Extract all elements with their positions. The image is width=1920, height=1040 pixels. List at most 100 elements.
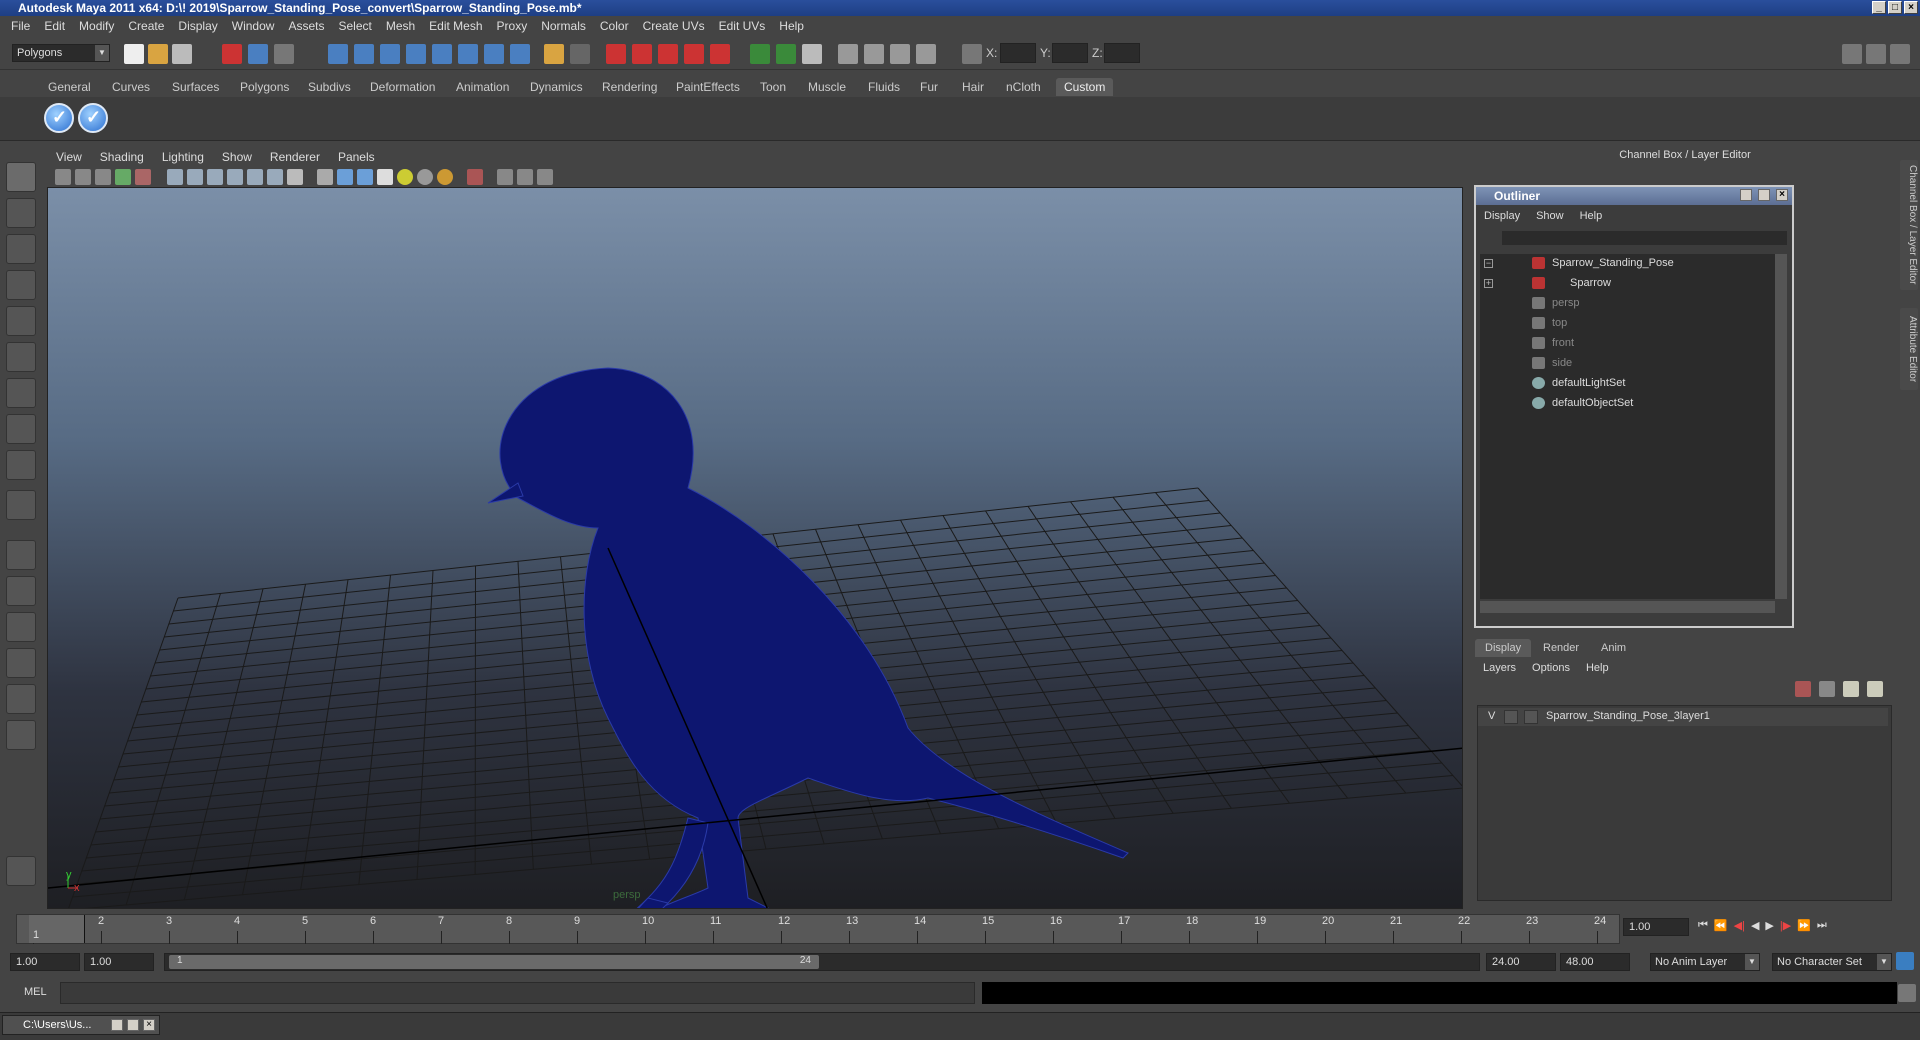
menu-set-dropdown[interactable]: Polygons ▼	[12, 44, 110, 62]
layer-type-toggle[interactable]	[1504, 710, 1518, 724]
layer-stack-icon[interactable]	[1819, 681, 1835, 697]
graph-editor-layout-icon[interactable]	[6, 648, 36, 678]
toggle-attribute-editor-icon[interactable]	[1842, 44, 1862, 64]
shelf-tab-polygons[interactable]: Polygons	[232, 78, 297, 96]
close-window-button[interactable]: ×	[143, 1019, 155, 1031]
render-globals-icon[interactable]	[864, 44, 884, 64]
layer-tab-render[interactable]: Render	[1533, 639, 1589, 657]
xray-joints-icon[interactable]	[517, 169, 533, 185]
viewport-menu-lighting[interactable]: Lighting	[153, 150, 213, 164]
hypershade-icon[interactable]	[890, 44, 910, 64]
range-handle[interactable]: 1 24	[169, 955, 819, 969]
layer-row[interactable]: V Sparrow_Standing_Pose_3layer1	[1478, 708, 1888, 726]
film-gate-icon[interactable]	[187, 169, 203, 185]
universal-manipulator-icon[interactable]	[6, 378, 36, 408]
snap-curve-icon[interactable]	[354, 44, 374, 64]
menu-edit-mesh[interactable]: Edit Mesh	[422, 19, 489, 33]
time-ruler[interactable]: 1234567891011121314151617181920212223241	[16, 914, 1620, 944]
shelf-checkmark-button-2[interactable]: ✓	[78, 103, 108, 133]
outliner-titlebar[interactable]: Outliner ×	[1476, 187, 1792, 205]
viewport-menu-renderer[interactable]: Renderer	[261, 150, 329, 164]
render-settings-icon[interactable]	[710, 44, 730, 64]
collapse-icon[interactable]: −	[1484, 259, 1493, 268]
snap-grid-icon[interactable]	[328, 44, 348, 64]
new-scene-icon[interactable]	[124, 44, 144, 64]
current-frame-field[interactable]: 1.00	[1623, 918, 1689, 936]
bookmark-icon[interactable]	[95, 169, 111, 185]
outliner-horizontal-scrollbar[interactable]	[1480, 601, 1775, 613]
smooth-shade-icon[interactable]	[337, 169, 353, 185]
open-scene-icon[interactable]	[148, 44, 168, 64]
xray-components-icon[interactable]	[537, 169, 553, 185]
snap-live-icon[interactable]	[484, 44, 504, 64]
current-time-indicator[interactable]: 1	[29, 915, 85, 943]
channel-box-side-tab[interactable]: Channel Box / Layer Editor	[1900, 160, 1918, 290]
menu-assets[interactable]: Assets	[281, 19, 331, 33]
expand-icon[interactable]: +	[1484, 279, 1493, 288]
shelf-checkmark-button-1[interactable]: ✓	[44, 103, 74, 133]
menu-select[interactable]: Select	[331, 19, 378, 33]
scale-tool-icon[interactable]	[6, 342, 36, 372]
xray-icon[interactable]	[497, 169, 513, 185]
clipboard-icon[interactable]	[802, 44, 822, 64]
maximize-button[interactable]: □	[1888, 1, 1902, 14]
minimize-button[interactable]: _	[1872, 1, 1886, 14]
camera-attributes-icon[interactable]	[75, 169, 91, 185]
perspective-viewport[interactable]: persp y x	[47, 187, 1463, 909]
select-hierarchy-icon[interactable]	[222, 44, 242, 64]
shelf-tab-custom[interactable]: Custom	[1056, 78, 1114, 96]
layer-menu-help[interactable]: Help	[1578, 662, 1617, 674]
shelf-tab-fur[interactable]: Fur	[912, 78, 946, 96]
outliner-maximize-button[interactable]	[1758, 189, 1770, 201]
gate-mask-icon[interactable]	[227, 169, 243, 185]
shelf-tab-fluids[interactable]: Fluids	[860, 78, 908, 96]
x-field[interactable]	[1000, 43, 1036, 63]
playback-start-field[interactable]: 1.00	[84, 953, 154, 971]
safe-title-icon[interactable]	[287, 169, 303, 185]
command-input[interactable]	[60, 982, 975, 1004]
layer-tab-anim[interactable]: Anim	[1591, 639, 1636, 657]
field-chart-icon[interactable]	[247, 169, 263, 185]
viewport-menu-shading[interactable]: Shading	[91, 150, 153, 164]
layer-menu-options[interactable]: Options	[1524, 662, 1578, 674]
menu-display[interactable]: Display	[171, 19, 224, 33]
outliner-close-button[interactable]: ×	[1776, 189, 1788, 201]
menu-window[interactable]: Window	[225, 19, 282, 33]
soft-modification-icon[interactable]	[6, 414, 36, 444]
render-current-icon[interactable]	[658, 44, 678, 64]
restore-button[interactable]	[111, 1019, 123, 1031]
toggle-channel-box-icon[interactable]	[1890, 44, 1910, 64]
animation-start-field[interactable]: 1.00	[10, 953, 80, 971]
hypershade-layout-icon[interactable]	[6, 684, 36, 714]
menu-proxy[interactable]: Proxy	[490, 19, 535, 33]
shelf-tab-muscle[interactable]: Muscle	[800, 78, 854, 96]
step-back-frame-icon[interactable]: ◀|	[1734, 919, 1745, 932]
outliner-filter-field[interactable]	[1502, 231, 1787, 245]
outliner-layout-icon[interactable]	[6, 612, 36, 642]
maximize-window-button[interactable]	[127, 1019, 139, 1031]
new-layer-selected-icon[interactable]	[1867, 681, 1883, 697]
menu-create[interactable]: Create	[121, 19, 171, 33]
snap-surface-icon[interactable]	[432, 44, 452, 64]
viewport-menu-view[interactable]: View	[47, 150, 91, 164]
selection-highlight-icon[interactable]	[570, 44, 590, 64]
resolution-gate-icon[interactable]	[207, 169, 223, 185]
shelf-tab-painteffects[interactable]: PaintEffects	[668, 78, 748, 96]
outliner-minimize-button[interactable]	[1740, 189, 1752, 201]
safe-action-icon[interactable]	[267, 169, 283, 185]
character-set-dropdown[interactable]: No Character Set ▼	[1772, 953, 1892, 971]
shelf-tab-deformation[interactable]: Deformation	[362, 78, 443, 96]
snap-view-icon[interactable]	[458, 44, 478, 64]
delete-layer-icon[interactable]	[1795, 681, 1811, 697]
anim-layer-dropdown[interactable]: No Anim Layer ▼	[1650, 953, 1760, 971]
snap-plane-icon[interactable]	[406, 44, 426, 64]
paint-select-tool-icon[interactable]	[6, 234, 36, 264]
shelf-tab-hair[interactable]: Hair	[954, 78, 992, 96]
new-layer-icon[interactable]	[1843, 681, 1859, 697]
animation-end-field[interactable]: 48.00	[1560, 953, 1630, 971]
script-language-label[interactable]: MEL	[24, 986, 47, 998]
viewport-menu-panels[interactable]: Panels	[329, 150, 384, 164]
go-to-end-icon[interactable]: ⏭	[1817, 919, 1827, 932]
menu-normals[interactable]: Normals	[534, 19, 593, 33]
hq-render-icon[interactable]	[437, 169, 453, 185]
